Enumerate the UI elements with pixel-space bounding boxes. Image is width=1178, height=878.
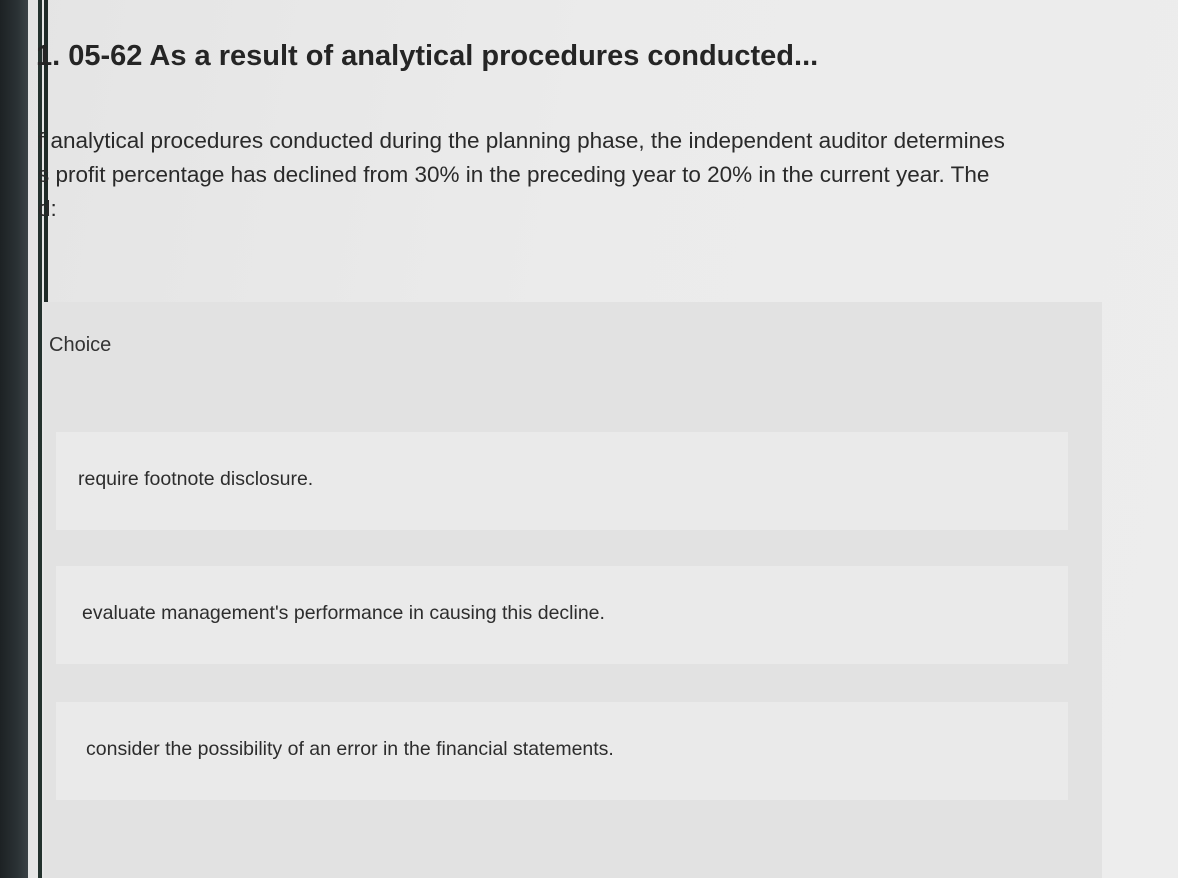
question-title: 1. 05-62 As a result of analytical proce…	[36, 40, 819, 72]
screen: 1. 05-62 As a result of analytical proce…	[0, 0, 1178, 878]
question-text-line: s profit percentage has declined from 30…	[38, 162, 990, 187]
question-text: f analytical procedures conducted during…	[38, 124, 1005, 226]
choice-option-label: evaluate management's performance in cau…	[82, 602, 605, 624]
choice-option[interactable]: evaluate management's performance in cau…	[56, 566, 1068, 664]
choice-column-header: Choice	[49, 334, 112, 356]
monitor-bezel	[0, 0, 28, 878]
choice-option[interactable]: consider the possibility of an error in …	[56, 702, 1068, 800]
question-text-line: d:	[38, 196, 57, 221]
choice-option-label: require footnote disclosure.	[78, 468, 314, 490]
choice-option-label: consider the possibility of an error in …	[86, 738, 614, 760]
question-text-line: f analytical procedures conducted during…	[38, 128, 1005, 153]
question-page: 1. 05-62 As a result of analytical proce…	[28, 0, 1178, 878]
choices-panel: Choice require footnote disclosure. eval…	[44, 302, 1102, 878]
choice-option[interactable]: require footnote disclosure.	[56, 432, 1068, 530]
